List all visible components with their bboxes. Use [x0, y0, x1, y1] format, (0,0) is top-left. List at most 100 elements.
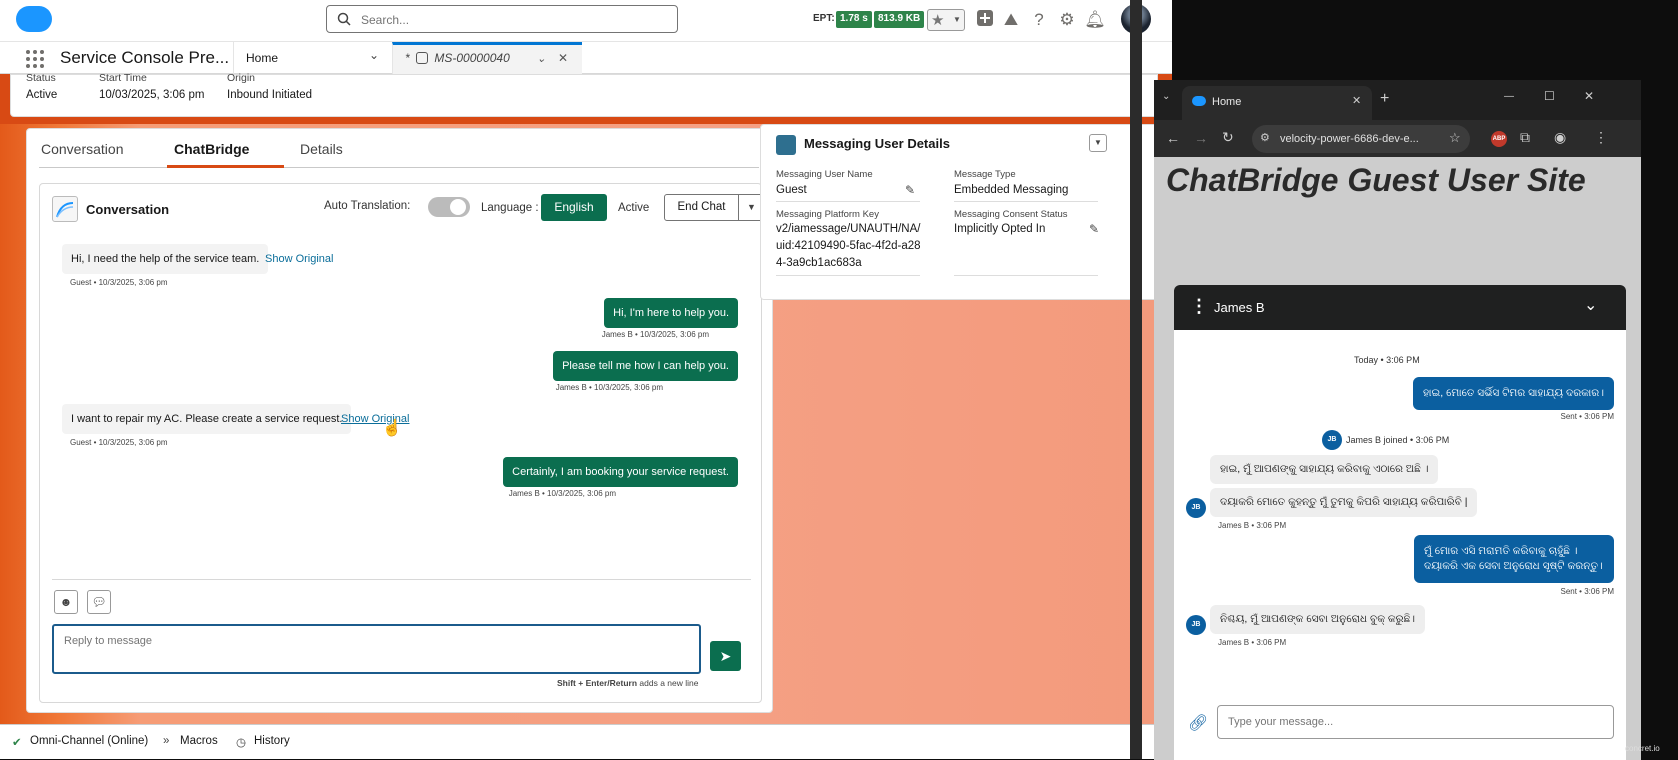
- ept-size-badge: 813.9 KB: [874, 11, 925, 28]
- message-meta: Guest • 10/3/2025, 3:06 pm: [70, 438, 168, 447]
- chatbridge-logo-icon: [52, 196, 78, 222]
- macros-button[interactable]: Macros: [180, 735, 218, 747]
- reply-input[interactable]: [54, 626, 699, 672]
- field-divider: [954, 275, 1098, 276]
- console-navigation-bar: Service Console Pre... Home ⌄ * MS-00000…: [0, 42, 1172, 74]
- smiley-icon: ☻: [59, 595, 73, 609]
- messaging-session-icon: [416, 52, 429, 64]
- emoji-button[interactable]: ☻: [54, 590, 78, 614]
- workspace-tab-messaging-session[interactable]: * MS-00000040 ⌄ ✕: [392, 42, 582, 74]
- app-launcher-icon[interactable]: [26, 50, 44, 68]
- embedded-chat-window: ⋮ James B ⌄ Today • 3:06 PM ହାଇ, ମୋତେ ସର…: [1174, 285, 1626, 760]
- trailhead-icon[interactable]: ⛰: [1000, 9, 1022, 31]
- help-icon[interactable]: ?: [1028, 9, 1050, 31]
- language-label: Language :: [481, 202, 539, 214]
- field-divider: [776, 201, 920, 202]
- chat-message-meta: Sent • 3:06 PM: [1560, 587, 1615, 596]
- nav-menu-chevron-icon[interactable]: ⌄: [360, 48, 388, 68]
- address-bar[interactable]: ⚙ velocity-power-6686-dev-e... ☆: [1252, 125, 1470, 153]
- close-tab-icon[interactable]: ✕: [558, 51, 568, 65]
- omni-channel-button[interactable]: Omni-Channel (Online): [30, 735, 148, 747]
- desktop-edge: concret.io: [1625, 0, 1678, 759]
- browser-menu-icon[interactable]: ⋮: [1594, 129, 1608, 146]
- tab-chatbridge[interactable]: ChatBridge: [174, 141, 249, 157]
- global-search-input[interactable]: Search...: [326, 5, 678, 33]
- conversation-card: Conversation Auto Translation: Language …: [39, 183, 765, 703]
- global-header: Search... EPT: 1.78 s 813.9 KB ★ ▼ ⛰ ? ⚙…: [0, 0, 1172, 42]
- favorites-button[interactable]: ★ ▼: [927, 9, 965, 31]
- star-icon: ★: [931, 12, 945, 29]
- bookmark-star-icon[interactable]: ☆: [1449, 130, 1461, 146]
- reply-textarea[interactable]: [52, 624, 701, 674]
- salesforce-favicon-icon: [1192, 96, 1206, 106]
- conversation-title: Conversation: [86, 202, 170, 217]
- composer-divider: [52, 579, 751, 580]
- message-bubble-out: Certainly, I am booking your service req…: [503, 457, 738, 487]
- start-time-value: 10/03/2025, 3:06 pm: [99, 89, 205, 101]
- chat-tabset-panel: Conversation ChatBridge Details Conversa…: [26, 128, 773, 713]
- edit-pencil-icon[interactable]: ✎: [905, 183, 915, 197]
- reload-icon[interactable]: ↻: [1222, 129, 1234, 146]
- close-tab-icon[interactable]: ✕: [1352, 94, 1361, 107]
- chat-message-out: ହାଇ, ମୋତେ ସର୍ଭିସ ଟିମର ସାହାଯ୍ୟ ଦରକାର।: [1413, 377, 1614, 410]
- window-close-icon[interactable]: ✕: [1584, 89, 1594, 103]
- field-label: Messaging User Name: [776, 169, 873, 180]
- minimize-chevron-icon[interactable]: ⌄: [1584, 295, 1597, 315]
- tab-conversation[interactable]: Conversation: [41, 141, 124, 157]
- field-divider: [776, 275, 920, 276]
- tab-menu-chevron-icon[interactable]: ⌄: [537, 52, 546, 65]
- chat-message-meta: James B • 3:06 PM: [1218, 638, 1287, 647]
- active-tab-indicator: [167, 165, 284, 168]
- profile-icon[interactable]: ◉: [1554, 129, 1566, 146]
- site-info-icon[interactable]: ⚙: [1260, 131, 1270, 144]
- new-tab-plus-icon[interactable]: +: [1380, 90, 1389, 108]
- field-value: Guest: [776, 184, 807, 196]
- status-label: Status: [26, 72, 56, 84]
- minimize-icon[interactable]: —: [1504, 91, 1514, 102]
- chat-options-kebab-icon[interactable]: ⋮: [1190, 296, 1208, 317]
- adblock-extension-icon[interactable]: ABP: [1491, 131, 1507, 147]
- forward-arrow-icon[interactable]: →: [1194, 130, 1208, 146]
- tab-search-chevron-icon[interactable]: ⌄: [1162, 91, 1170, 102]
- tab-label: Home: [246, 51, 279, 65]
- utility-bar: ✔ Omni-Channel (Online) » Macros ◷ Histo…: [0, 724, 1172, 759]
- card-menu-chevron-icon[interactable]: ▼: [1089, 134, 1107, 152]
- tab-underline: [39, 167, 759, 168]
- guest-message-input[interactable]: [1217, 705, 1614, 739]
- origin-value: Inbound Initiated: [227, 89, 313, 101]
- start-time-label: Start Time: [99, 72, 147, 84]
- extensions-puzzle-icon[interactable]: ⧉: [1520, 129, 1530, 146]
- chat-bubble-icon: 💬︎: [91, 595, 107, 609]
- setup-gear-icon[interactable]: ⚙: [1056, 9, 1078, 31]
- show-original-link[interactable]: Show Original: [265, 253, 333, 265]
- message-meta: James B • 10/3/2025, 3:06 pm: [601, 330, 709, 339]
- back-arrow-icon[interactable]: ←: [1166, 130, 1180, 146]
- language-select-button[interactable]: English: [541, 194, 607, 221]
- send-button[interactable]: ➤: [710, 641, 741, 671]
- workspace-tab-home[interactable]: Home: [233, 42, 357, 74]
- edit-pencil-icon[interactable]: ✎: [1089, 222, 1099, 236]
- auto-translation-toggle[interactable]: [428, 197, 470, 217]
- quick-text-button[interactable]: 💬︎: [87, 590, 111, 614]
- history-button[interactable]: History: [254, 735, 290, 747]
- tab-details[interactable]: Details: [300, 141, 343, 157]
- hint-text: adds a new line: [637, 678, 699, 688]
- window-scrollbar[interactable]: [1130, 0, 1142, 759]
- search-icon: [337, 12, 351, 26]
- site-title: ChatBridge Guest User Site: [1166, 162, 1586, 198]
- end-chat-button[interactable]: End Chat: [664, 194, 739, 221]
- global-actions-plus-icon[interactable]: [974, 9, 996, 31]
- app-name: Service Console Pre...: [60, 48, 230, 67]
- message-meta: Guest • 10/3/2025, 3:06 pm: [70, 278, 168, 287]
- chat-header: ⋮ James B ⌄: [1174, 285, 1626, 330]
- macros-icon: »: [163, 735, 170, 747]
- guest-message-field[interactable]: [1218, 706, 1613, 738]
- field-value: Embedded Messaging: [954, 184, 1069, 196]
- maximize-icon[interactable]: ☐: [1544, 89, 1555, 103]
- salesforce-cloud-logo[interactable]: [16, 6, 52, 32]
- chat-message-in: ହାଇ, ମୁଁ ଆପଣଙ୍କୁ ସାହାଯ୍ୟ କରିବାକୁ ଏଠାରେ ଅ…: [1210, 455, 1439, 484]
- message-bubble-in: I want to repair my AC. Please create a …: [62, 404, 352, 434]
- browser-tab-home[interactable]: Home ✕: [1182, 86, 1372, 120]
- notifications-bell-icon[interactable]: 🔔︎: [1084, 9, 1106, 31]
- attachment-paperclip-icon[interactable]: 🔗︎: [1188, 713, 1208, 733]
